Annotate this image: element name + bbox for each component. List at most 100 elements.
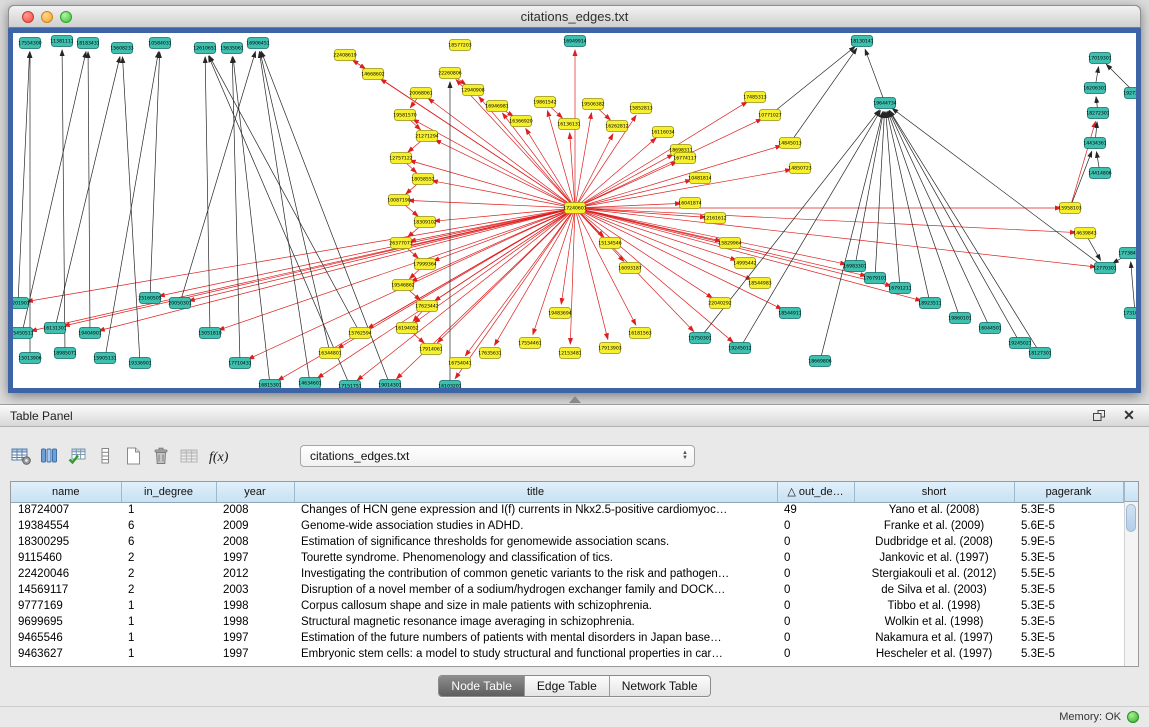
window-titlebar[interactable]: citations_edges.txt (8, 5, 1141, 28)
graph-node[interactable]: 18544911 (778, 308, 801, 319)
table-row[interactable]: 1938455462009Genome-wide association stu… (11, 518, 1123, 534)
table-vertical-scrollbar[interactable] (1124, 502, 1138, 666)
graph-node[interactable]: 18058552 (411, 174, 434, 185)
table-row[interactable]: 946362711997Embryonic stem cells: a mode… (11, 646, 1123, 662)
disabled-table-icon[interactable] (176, 443, 202, 469)
table-cell[interactable]: 5.3E-5 (1014, 646, 1123, 662)
graph-node[interactable]: 17999364 (413, 259, 436, 270)
table-cell[interactable]: 1 (121, 598, 216, 614)
table-cell[interactable]: 0 (777, 566, 854, 582)
table-cell[interactable]: 1997 (216, 646, 294, 662)
graph-node[interactable]: 16181563 (628, 328, 651, 339)
table-row[interactable]: 2242004622012Investigating the contribut… (11, 566, 1123, 582)
graph-node[interactable]: 10584031 (148, 38, 171, 49)
table-row[interactable]: 946554611997Estimation of the future num… (11, 630, 1123, 646)
table-cell[interactable]: Franke et al. (2009) (854, 518, 1014, 534)
table-cell[interactable]: 0 (777, 646, 854, 662)
table-cell[interactable]: 5.3E-5 (1014, 630, 1123, 646)
table-cell[interactable]: 2 (121, 582, 216, 598)
table-cell[interactable]: 5.3E-5 (1014, 582, 1123, 598)
table-cell[interactable]: 0 (777, 518, 854, 534)
graph-node[interactable]: 20068061 (409, 88, 432, 99)
graph-node[interactable]: 15852813 (629, 103, 652, 114)
graph-node[interactable]: 14845013 (778, 138, 801, 149)
tab-node-table[interactable]: Node Table (439, 676, 525, 696)
table-cell[interactable]: 2 (121, 566, 216, 582)
graph-node[interactable]: 17914061 (419, 344, 442, 355)
zoom-window-button[interactable] (60, 11, 72, 23)
graph-node[interactable]: 19245012 (728, 343, 751, 354)
graph-node[interactable]: 15134546 (598, 238, 621, 249)
graph-node[interactable]: 15608233 (110, 43, 133, 54)
table-row[interactable]: 977716911998Corpus callosum shape and si… (11, 598, 1123, 614)
graph-node[interactable]: 19404901 (78, 328, 101, 339)
graph-node[interactable]: 10771027 (758, 110, 781, 121)
table-cell[interactable]: 9115460 (11, 550, 121, 566)
graph-node[interactable]: 16044501 (978, 323, 1001, 334)
graph-node[interactable]: 10087190 (387, 195, 410, 206)
graph-node[interactable]: 17554461 (518, 338, 541, 349)
delete-column-icon[interactable] (148, 443, 174, 469)
table-selector-dropdown[interactable]: citations_edges.txt ▲▼ (300, 445, 695, 467)
table-options-icon[interactable] (8, 443, 34, 469)
tab-network-table[interactable]: Network Table (610, 676, 710, 696)
table-cell[interactable]: 5.3E-5 (1014, 598, 1123, 614)
graph-node[interactable]: 16815301 (258, 380, 281, 389)
table-cell[interactable]: Embryonic stem cells: a model to study s… (294, 646, 777, 662)
graph-node[interactable]: 22408619 (333, 50, 356, 61)
close-panel-icon[interactable]: ✕ (1119, 407, 1139, 425)
graph-node[interactable]: 18183431 (76, 38, 99, 49)
graph-node[interactable]: 21271294 (415, 131, 438, 142)
table-cell[interactable]: 14569117 (11, 582, 121, 598)
table-cell[interactable]: Tibbo et al. (1998) (854, 598, 1014, 614)
graph-node[interactable]: 17623442 (415, 301, 438, 312)
table-cell[interactable]: 6 (121, 518, 216, 534)
table-cell[interactable]: 5.9E-5 (1014, 534, 1123, 550)
table-cell[interactable]: 0 (777, 534, 854, 550)
table-cell[interactable]: 5.3E-5 (1014, 614, 1123, 630)
table-cell[interactable]: 2009 (216, 518, 294, 534)
graph-node[interactable]: 17151751 (338, 381, 361, 389)
table-cell[interactable]: 18300295 (11, 534, 121, 550)
table-row[interactable]: 1456911722003Disruption of a novel membe… (11, 582, 1123, 598)
table-cell[interactable]: 2008 (216, 534, 294, 550)
table-cell[interactable]: 0 (777, 598, 854, 614)
table-cell[interactable]: Genome-wide association studies in ADHD. (294, 518, 777, 534)
column-header-6[interactable]: pagerank (1014, 482, 1123, 502)
graph-node[interactable]: 16754041 (448, 358, 471, 369)
table-row[interactable]: 969969511998Structural magnetic resonanc… (11, 614, 1123, 630)
table-mode-icon[interactable] (92, 443, 118, 469)
graph-node[interactable]: 14634601 (298, 378, 321, 389)
table-cell[interactable]: 5.3E-5 (1014, 502, 1123, 518)
table-cell[interactable]: Changes of HCN gene expression and I(f) … (294, 502, 777, 518)
graph-node[interactable]: 19483694 (548, 308, 571, 319)
graph-node[interactable]: 14639843 (1073, 228, 1096, 239)
graph-node[interactable]: 22260806 (438, 68, 461, 79)
table-cell[interactable]: Hescheler et al. (1997) (854, 646, 1014, 662)
graph-node[interactable]: 16103201 (438, 381, 461, 389)
table-cell[interactable]: 5.5E-5 (1014, 566, 1123, 582)
table-cell[interactable]: 1 (121, 614, 216, 630)
graph-node[interactable]: 16946981 (485, 101, 508, 112)
graph-node[interactable]: 16116034 (651, 127, 674, 138)
graph-node[interactable]: 16774117 (673, 153, 696, 164)
graph-node[interactable]: 14414806 (1088, 168, 1111, 179)
table-cell[interactable]: 5.3E-5 (1014, 550, 1123, 566)
table-cell[interactable]: Estimation of significance thresholds fo… (294, 534, 777, 550)
column-header-2[interactable]: year (216, 482, 294, 502)
panel-splitter-grip[interactable] (569, 396, 581, 403)
graph-node[interactable]: 20050301 (168, 298, 191, 309)
graph-node[interactable]: 15635061 (220, 43, 243, 54)
graph-node[interactable]: 18985071 (53, 348, 76, 359)
table-cell[interactable]: 49 (777, 502, 854, 518)
graph-node[interactable]: 16344801 (318, 348, 341, 359)
table-cell[interactable]: Tourette syndrome. Phenomenology and cla… (294, 550, 777, 566)
table-cell[interactable]: 2008 (216, 502, 294, 518)
table-cell[interactable]: 1998 (216, 598, 294, 614)
graph-node[interactable]: 16949914 (563, 36, 586, 47)
table-cell[interactable]: Investigating the contribution of common… (294, 566, 777, 582)
graph-node[interactable]: 18127301 (1028, 348, 1051, 359)
table-cell[interactable]: 0 (777, 614, 854, 630)
table-cell[interactable]: 2012 (216, 566, 294, 582)
table-cell[interactable]: 1 (121, 630, 216, 646)
